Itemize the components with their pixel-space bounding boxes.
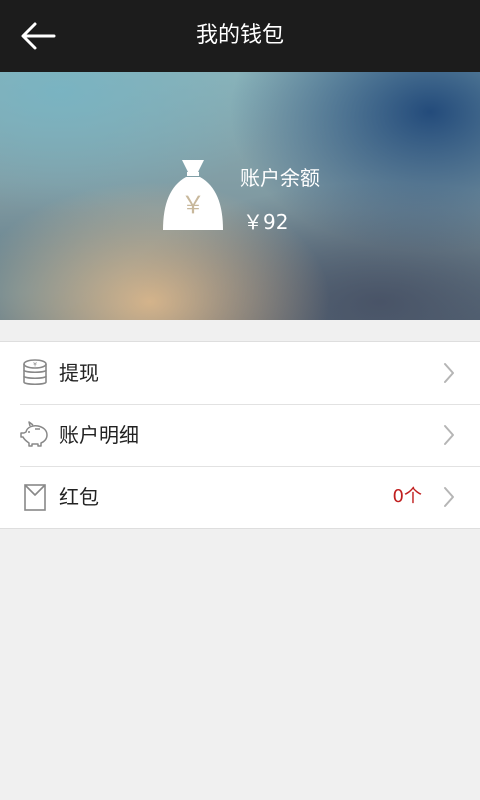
balance-label: 账户余额 [240,166,320,190]
menu-item-account-details[interactable]: 账户明细 [0,404,480,466]
menu-item-withdraw[interactable]: ¥ 提现 [0,342,480,404]
back-button[interactable] [14,14,62,58]
balance-amount: ￥92 [243,210,289,234]
menu-item-label: 账户明细 [59,423,139,447]
red-packet-count-badge: 0个 [392,486,422,507]
page-title: 我的钱包 [195,23,284,48]
balance-banner: ￥ 账户余额 ￥92 [0,72,480,320]
chevron-right-icon [444,363,454,383]
envelope-icon [24,484,46,511]
piggy-bank-icon [20,421,48,447]
arrow-left-icon [21,22,56,50]
coin-stack-icon: ¥ [23,359,47,386]
top-bar: 我的钱包 [0,0,480,72]
menu-item-red-packet[interactable]: 红包 0个 [0,466,480,528]
svg-text:¥: ¥ [33,362,37,369]
chevron-right-icon [444,487,454,507]
bag-currency-symbol: ￥ [181,191,205,219]
chevron-right-icon [444,425,454,445]
money-bag-icon: ￥ [163,160,223,230]
wallet-menu: ¥ 提现 账户明细 红包 0个 [0,341,480,529]
menu-item-label: 提现 [59,361,99,385]
menu-item-label: 红包 [59,485,99,509]
